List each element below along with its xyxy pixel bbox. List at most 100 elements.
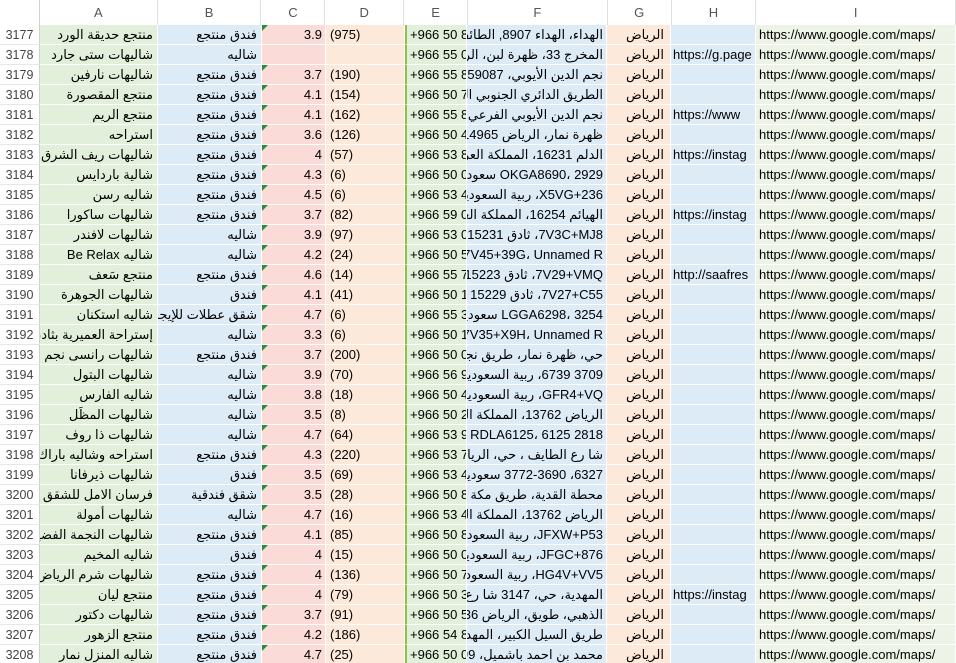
cell-g[interactable]: الرياض <box>607 345 671 365</box>
cell-b[interactable]: فندق منتجع <box>158 605 262 625</box>
cell-c[interactable]: 3.7 <box>262 205 326 225</box>
row-number[interactable]: 3206 <box>0 605 40 625</box>
cell-d[interactable]: (25) <box>326 645 405 663</box>
cell-b[interactable]: شاليه <box>158 425 262 445</box>
cell-d[interactable]: (28) <box>326 485 405 505</box>
cell-h[interactable] <box>671 245 756 265</box>
cell-a[interactable]: شالية باردايس <box>40 165 158 185</box>
cell-e[interactable]: +966 50 80 <box>405 485 467 505</box>
cell-e[interactable]: +966 53 43 <box>405 505 467 525</box>
cell-b[interactable]: فندق منتجع <box>158 185 262 205</box>
cell-g[interactable]: الرياض <box>607 285 671 305</box>
cell-c[interactable]: 3.6 <box>262 125 326 145</box>
cell-i[interactable]: https://www.google.com/maps/ <box>756 505 956 525</box>
cell-d[interactable]: (975) <box>326 25 405 45</box>
cell-b[interactable]: شاليه <box>158 365 262 385</box>
cell-b[interactable]: شاليه <box>158 505 262 525</box>
cell-b[interactable]: فندق منتجع <box>158 585 262 605</box>
cell-b[interactable]: شاليه <box>158 45 262 65</box>
cell-a[interactable]: استراحه <box>40 125 158 145</box>
cell-h[interactable] <box>671 565 756 585</box>
cell-f[interactable]: الرياض 13762، المملكة العربية <box>467 505 607 525</box>
cell-g[interactable]: الرياض <box>607 85 671 105</box>
cell-b[interactable]: شاليه <box>158 385 262 405</box>
cell-c[interactable]: 4 <box>262 565 326 585</box>
cell-f[interactable]: HG4V+VV5، ربية السعودية <box>467 565 607 585</box>
cell-d[interactable]: (126) <box>326 125 405 145</box>
cell-c[interactable]: 4 <box>262 145 326 165</box>
cell-g[interactable]: الرياض <box>607 25 671 45</box>
cell-i[interactable]: https://www.google.com/maps/ <box>756 325 956 345</box>
row-number[interactable]: 3198 <box>0 445 40 465</box>
column-header-b[interactable]: B <box>158 0 262 25</box>
cell-h[interactable] <box>671 605 756 625</box>
cell-f[interactable]: الذهبي، طويق، الرياض 936 <box>467 605 607 625</box>
cell-a[interactable]: شاليهات ريف الشرق <box>40 145 158 165</box>
cell-b[interactable]: فندق منتجع <box>158 625 262 645</box>
row-number[interactable]: 3187 <box>0 225 40 245</box>
row-number[interactable]: 3181 <box>0 105 40 125</box>
cell-d[interactable]: (6) <box>326 185 405 205</box>
cell-g[interactable]: الرياض <box>607 465 671 485</box>
cell-d[interactable]: (136) <box>326 565 405 585</box>
cell-i[interactable]: https://www.google.com/maps/ <box>756 425 956 445</box>
cell-f[interactable]: 3709 6739، ربية السعودية <box>467 365 607 385</box>
cell-d[interactable]: (6) <box>326 325 405 345</box>
cell-i[interactable]: https://www.google.com/maps/ <box>756 285 956 305</box>
cell-f[interactable]: محطة القدية، طريق مكة قيا <box>467 485 607 505</box>
cell-g[interactable]: الرياض <box>607 305 671 325</box>
cell-b[interactable]: فندق منتجع <box>158 145 262 165</box>
cell-b[interactable]: فندق منتجع <box>158 125 262 145</box>
cell-i[interactable]: https://www.google.com/maps/ <box>756 365 956 385</box>
row-number[interactable]: 3189 <box>0 265 40 285</box>
cell-e[interactable]: +966 53 85 <box>405 145 467 165</box>
cell-b[interactable]: فندق <box>158 465 262 485</box>
cell-g[interactable]: الرياض <box>607 65 671 85</box>
cell-e[interactable]: +966 55 88 <box>405 105 467 125</box>
cell-i[interactable]: https://www.google.com/maps/ <box>756 405 956 425</box>
cell-g[interactable]: الرياض <box>607 205 671 225</box>
row-number[interactable]: 3205 <box>0 585 40 605</box>
row-number[interactable]: 3192 <box>0 325 40 345</box>
row-number[interactable]: 3191 <box>0 305 40 325</box>
cell-e[interactable]: +966 53 44 <box>405 185 467 205</box>
row-number[interactable]: 3182 <box>0 125 40 145</box>
cell-c[interactable] <box>262 45 326 65</box>
cell-c[interactable]: 4.2 <box>262 625 326 645</box>
cell-i[interactable]: https://www.google.com/maps/ <box>756 605 956 625</box>
cell-a[interactable]: منتجع المقصورة <box>40 85 158 105</box>
row-number[interactable]: 3186 <box>0 205 40 225</box>
cell-a[interactable]: شاليهات البتول <box>40 365 158 385</box>
cell-a[interactable]: منتجع سَعف <box>40 265 158 285</box>
cell-c[interactable]: 4.2 <box>262 245 326 265</box>
cell-e[interactable]: +966 50 13 <box>405 285 467 305</box>
cell-c[interactable]: 3.8 <box>262 385 326 405</box>
column-header-h[interactable]: H <box>672 0 757 25</box>
cell-g[interactable]: الرياض <box>607 145 671 165</box>
cell-f[interactable]: 7V3C+MJ8، ثادق 15231 <box>467 225 607 245</box>
cell-g[interactable]: الرياض <box>607 425 671 445</box>
cell-e[interactable]: +966 55 37 <box>405 305 467 325</box>
cell-i[interactable]: https://www.google.com/maps/ <box>756 545 956 565</box>
cell-g[interactable]: الرياض <box>607 165 671 185</box>
cell-a[interactable]: شاليهات أمولة <box>40 505 158 525</box>
cell-e[interactable]: +966 50 10 <box>405 325 467 345</box>
cell-d[interactable]: (91) <box>326 605 405 625</box>
cell-b[interactable]: شاليه <box>158 405 262 425</box>
cell-i[interactable]: https://www.google.com/maps/ <box>756 385 956 405</box>
cell-f[interactable]: ظهرة نمار، الرياض 14965 <box>467 125 607 145</box>
cell-h[interactable] <box>671 445 756 465</box>
cell-c[interactable]: 3.5 <box>262 465 326 485</box>
cell-h[interactable] <box>671 525 756 545</box>
column-header-f[interactable]: F <box>468 0 608 25</box>
row-number[interactable]: 3208 <box>0 645 40 663</box>
row-number[interactable]: 3177 <box>0 25 40 45</box>
cell-h[interactable] <box>671 625 756 645</box>
cell-i[interactable]: https://www.google.com/maps/ <box>756 305 956 325</box>
cell-h[interactable] <box>671 365 756 385</box>
cell-a[interactable]: شاليه Be Relax <box>40 245 158 265</box>
cell-h[interactable] <box>671 485 756 505</box>
column-header-g[interactable]: G <box>608 0 672 25</box>
cell-a[interactable]: شاليهات ذا روف <box>40 425 158 445</box>
cell-c[interactable]: 4.7 <box>262 425 326 445</box>
